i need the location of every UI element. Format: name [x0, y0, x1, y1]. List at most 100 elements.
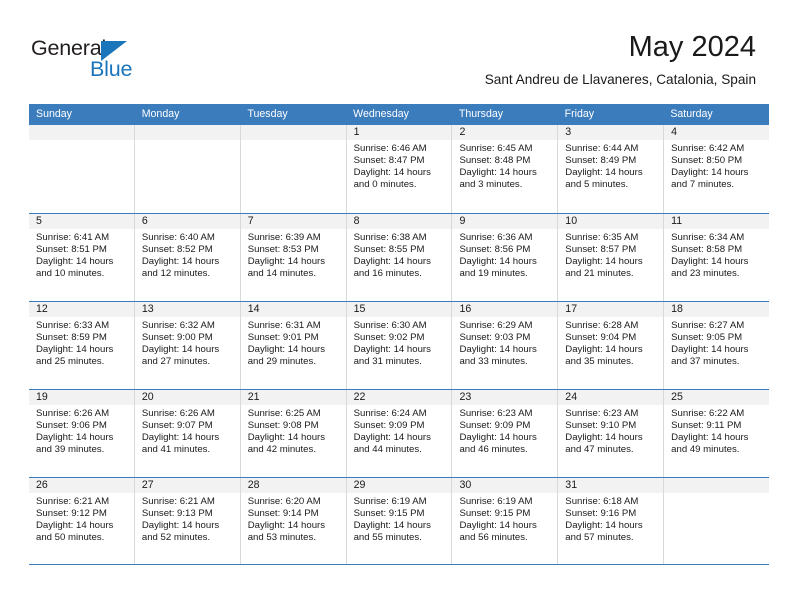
calendar-day-cell[interactable]: 26 Sunrise: 6:21 AM Sunset: 9:12 PM Dayligh…: [29, 478, 135, 564]
sunset-text: Sunset: 9:07 PM: [141, 420, 213, 432]
day-number: 26: [36, 479, 48, 491]
day-number: 22: [353, 391, 366, 403]
day-sun-info: Sunrise: 6:23 AM Sunset: 9:10 PM Daylight:…: [558, 405, 663, 456]
day-number: 12: [36, 303, 48, 315]
daylight-text-line2: and 29 minutes.: [247, 356, 316, 368]
calendar-day-cell[interactable]: 7 Sunrise: 6:39 AM Sunset: 8:53 PM Daylight…: [240, 214, 347, 301]
day-number: 19: [36, 391, 48, 403]
daylight-text-line1: Daylight: 14 hours: [247, 344, 326, 356]
calendar-day-cell-empty: [664, 478, 770, 564]
sunrise-text: Sunrise: 6:24 AM: [353, 408, 427, 419]
calendar-day-cell[interactable]: 16 Sunrise: 6:29 AM Sunset: 9:03 PM Dayligh…: [452, 302, 559, 389]
calendar-day-cell[interactable]: 22 Sunrise: 6:24 AM Sunset: 9:09 PM Dayligh…: [346, 390, 453, 477]
daylight-text-line2: and 12 minutes.: [141, 268, 211, 280]
day-number-band: [134, 125, 240, 140]
daylight-text-line1: Daylight: 14 hours: [459, 432, 537, 444]
calendar-day-cell[interactable]: 3 Sunrise: 6:44 AM Sunset: 8:49 PM Daylight…: [558, 125, 665, 213]
daylight-text-line2: and 31 minutes.: [353, 356, 422, 368]
daylight-text-line1: Daylight: 14 hours: [353, 432, 431, 444]
daylight-text-line2: and 37 minutes.: [671, 356, 740, 368]
day-number-band: 6: [134, 214, 240, 229]
calendar-day-cell[interactable]: 20 Sunrise: 6:26 AM Sunset: 9:07 PM Dayligh…: [134, 390, 241, 477]
calendar-day-cell-empty: [29, 125, 135, 213]
calendar-day-cell[interactable]: 8 Sunrise: 6:38 AM Sunset: 8:55 PM Daylight…: [346, 214, 453, 301]
calendar-day-cell[interactable]: 28 Sunrise: 6:20 AM Sunset: 9:14 PM Dayligh…: [240, 478, 347, 564]
calendar-week-row: 19 Sunrise: 6:26 AM Sunset: 9:06 PM Dayligh…: [29, 389, 770, 477]
daylight-text-line2: and 39 minutes.: [36, 444, 105, 456]
daylight-text-line2: and 25 minutes.: [36, 356, 105, 368]
day-number-band: [29, 125, 134, 140]
daylight-text-line2: and 33 minutes.: [459, 356, 528, 368]
daylight-text-line2: and 42 minutes.: [247, 444, 316, 456]
calendar-day-cell[interactable]: 19 Sunrise: 6:26 AM Sunset: 9:06 PM Dayligh…: [29, 390, 135, 477]
sunset-text: Sunset: 8:49 PM: [565, 155, 637, 167]
daylight-text-line1: Daylight: 14 hours: [141, 344, 220, 356]
sunset-text: Sunset: 9:05 PM: [671, 332, 743, 344]
sunrise-text: Sunrise: 6:40 AM: [141, 232, 215, 243]
calendar-day-cell[interactable]: 25 Sunrise: 6:22 AM Sunset: 9:11 PM Dayligh…: [664, 390, 770, 477]
day-number: 25: [671, 391, 683, 403]
calendar-day-cell[interactable]: 4 Sunrise: 6:42 AM Sunset: 8:50 PM Daylight…: [664, 125, 770, 213]
day-sun-info: Sunrise: 6:18 AM Sunset: 9:16 PM Daylight:…: [558, 493, 663, 544]
sunrise-text: Sunrise: 6:45 AM: [459, 143, 533, 154]
day-number: 6: [141, 215, 148, 227]
day-sun-info: Sunrise: 6:35 AM Sunset: 8:57 PM Daylight:…: [558, 229, 663, 280]
calendar-day-cell[interactable]: 9 Sunrise: 6:36 AM Sunset: 8:56 PM Daylight…: [452, 214, 559, 301]
day-number-band: 19: [29, 390, 134, 405]
day-number: 18: [671, 303, 683, 315]
sunrise-text: Sunrise: 6:26 AM: [36, 408, 110, 419]
calendar-day-cell[interactable]: 23 Sunrise: 6:23 AM Sunset: 9:09 PM Dayligh…: [452, 390, 559, 477]
sunrise-text: Sunrise: 6:26 AM: [141, 408, 215, 419]
day-number-band: 28: [240, 478, 346, 493]
calendar-day-cell[interactable]: 24 Sunrise: 6:23 AM Sunset: 9:10 PM Dayligh…: [558, 390, 665, 477]
daylight-text-line2: and 23 minutes.: [671, 268, 740, 280]
day-sun-info: Sunrise: 6:19 AM Sunset: 9:15 PM Daylight:…: [347, 493, 452, 544]
calendar-day-cell[interactable]: 14 Sunrise: 6:31 AM Sunset: 9:01 PM Dayligh…: [240, 302, 347, 389]
calendar-day-cell[interactable]: 17 Sunrise: 6:28 AM Sunset: 9:04 PM Dayligh…: [558, 302, 665, 389]
calendar-day-cell[interactable]: 10 Sunrise: 6:35 AM Sunset: 8:57 PM Dayligh…: [558, 214, 665, 301]
sunset-text: Sunset: 8:52 PM: [141, 244, 213, 256]
sunrise-text: Sunrise: 6:46 AM: [353, 143, 427, 154]
day-number-band: [240, 125, 346, 140]
day-number-band: 22: [346, 390, 452, 405]
weekday-header-sunday: Sunday: [36, 108, 72, 120]
sunset-text: Sunset: 9:08 PM: [247, 420, 319, 432]
day-number: 20: [141, 391, 154, 403]
calendar-day-cell[interactable]: 21 Sunrise: 6:25 AM Sunset: 9:08 PM Dayligh…: [240, 390, 347, 477]
day-sun-info: Sunrise: 6:22 AM Sunset: 9:11 PM Daylight:…: [664, 405, 769, 456]
sunset-text: Sunset: 9:09 PM: [459, 420, 531, 432]
calendar-day-cell[interactable]: 31 Sunrise: 6:18 AM Sunset: 9:16 PM Dayligh…: [558, 478, 665, 564]
calendar-day-cell[interactable]: 6 Sunrise: 6:40 AM Sunset: 8:52 PM Daylight…: [134, 214, 241, 301]
calendar-day-cell[interactable]: 12 Sunrise: 6:33 AM Sunset: 8:59 PM Dayligh…: [29, 302, 135, 389]
calendar-day-cell[interactable]: 1 Sunrise: 6:46 AM Sunset: 8:47 PM Daylight…: [346, 125, 453, 213]
daylight-text-line1: Daylight: 14 hours: [459, 344, 537, 356]
calendar-week-row: 26 Sunrise: 6:21 AM Sunset: 9:12 PM Dayligh…: [29, 477, 770, 565]
calendar-day-cell[interactable]: 30 Sunrise: 6:19 AM Sunset: 9:15 PM Dayligh…: [452, 478, 559, 564]
title-block: May 2024 Sant Andreu de Llavaneres, Cata…: [485, 30, 756, 88]
sunrise-text: Sunrise: 6:29 AM: [459, 320, 533, 331]
sunrise-text: Sunrise: 6:28 AM: [565, 320, 639, 331]
daylight-text-line2: and 0 minutes.: [353, 179, 417, 191]
calendar-day-cell[interactable]: 2 Sunrise: 6:45 AM Sunset: 8:48 PM Daylight…: [452, 125, 559, 213]
sunrise-text: Sunrise: 6:41 AM: [36, 232, 110, 243]
day-sun-info: Sunrise: 6:39 AM Sunset: 8:53 PM Daylight:…: [241, 229, 346, 280]
daylight-text-line2: and 5 minutes.: [565, 179, 629, 191]
daylight-text-line2: and 55 minutes.: [353, 532, 422, 544]
day-number-band: 10: [558, 214, 664, 229]
calendar-day-cell[interactable]: 13 Sunrise: 6:32 AM Sunset: 9:00 PM Dayligh…: [134, 302, 241, 389]
day-number: 28: [247, 479, 260, 491]
sunset-text: Sunset: 9:02 PM: [353, 332, 425, 344]
calendar-day-cell[interactable]: 29 Sunrise: 6:19 AM Sunset: 9:15 PM Dayligh…: [346, 478, 453, 564]
calendar-day-cell[interactable]: 5 Sunrise: 6:41 AM Sunset: 8:51 PM Daylight…: [29, 214, 135, 301]
day-sun-info: Sunrise: 6:25 AM Sunset: 9:08 PM Daylight:…: [241, 405, 346, 456]
weekday-header-row: Sunday Monday Tuesday Wednesday Thursday…: [29, 104, 769, 125]
day-number-band: 13: [134, 302, 240, 317]
day-sun-info: Sunrise: 6:44 AM Sunset: 8:49 PM Daylight:…: [558, 140, 663, 191]
calendar-day-cell[interactable]: 18 Sunrise: 6:27 AM Sunset: 9:05 PM Dayligh…: [664, 302, 770, 389]
sunset-text: Sunset: 8:47 PM: [353, 155, 425, 167]
daylight-text-line1: Daylight: 14 hours: [36, 256, 114, 268]
calendar-day-cell[interactable]: 27 Sunrise: 6:21 AM Sunset: 9:13 PM Dayligh…: [134, 478, 241, 564]
calendar-day-cell[interactable]: 11 Sunrise: 6:34 AM Sunset: 8:58 PM Dayligh…: [664, 214, 770, 301]
daylight-text-line1: Daylight: 14 hours: [247, 256, 326, 268]
calendar-day-cell[interactable]: 15 Sunrise: 6:30 AM Sunset: 9:02 PM Dayligh…: [346, 302, 453, 389]
